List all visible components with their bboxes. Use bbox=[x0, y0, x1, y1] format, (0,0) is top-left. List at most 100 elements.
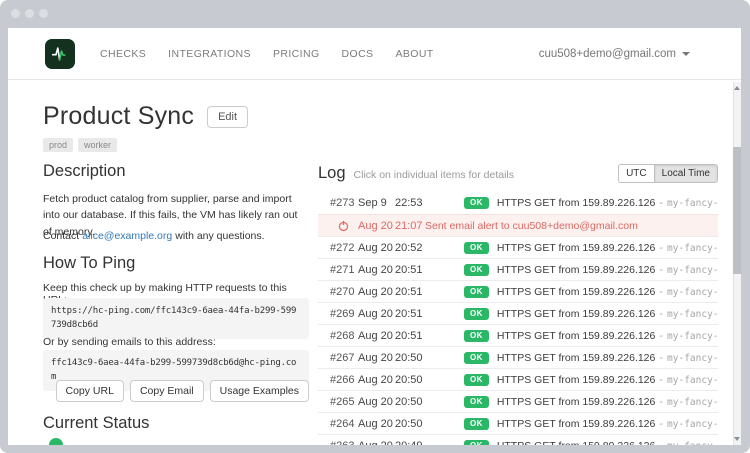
log-row-date: Aug 20 bbox=[358, 440, 395, 446]
log-row-number: #266 bbox=[330, 374, 358, 386]
log-row-separator: - bbox=[659, 352, 663, 364]
log-row-alert[interactable]: Aug 20 21:07 Sent email alert to cuu508+… bbox=[318, 214, 718, 236]
log-row-date: Aug 20 bbox=[358, 352, 395, 364]
log-row[interactable]: #272 Aug 20 20:52 OK HTTPS GET from 159.… bbox=[318, 236, 718, 258]
log-row-time: 20:49 bbox=[395, 440, 440, 446]
contact-email-link[interactable]: alice@example.org bbox=[82, 230, 172, 242]
ok-badge: OK bbox=[464, 330, 489, 342]
log-row-slug: my-fancy-sy… bbox=[667, 397, 718, 408]
timezone-toggle: UTCLocal Time bbox=[618, 164, 718, 183]
log-row-separator: - bbox=[659, 440, 663, 446]
log-table: #273 Sep 9 22:53 OK HTTPS GET from 159.8… bbox=[318, 192, 718, 445]
ping-url-code[interactable]: https://hc-ping.com/ffc143c9-6aea-44fa-b… bbox=[43, 298, 309, 339]
log-row-slug: my-fancy-sy… bbox=[667, 243, 718, 254]
log-row-event: HTTPS GET from 159.89.226.126 bbox=[497, 330, 656, 342]
log-row-number: #269 bbox=[330, 308, 358, 320]
log-row-slug: my-fancy-sy… bbox=[667, 441, 718, 446]
copy-email-button[interactable]: Copy Email bbox=[130, 380, 204, 402]
log-row[interactable]: #269 Aug 20 20:51 OK HTTPS GET from 159.… bbox=[318, 302, 718, 324]
ok-badge: OK bbox=[464, 374, 489, 386]
log-row-number: #264 bbox=[330, 418, 358, 430]
log-row-event: HTTPS GET from 159.89.226.126 bbox=[497, 352, 656, 364]
log-row-event: HTTPS GET from 159.89.226.126 bbox=[497, 264, 656, 276]
log-row-time: 20:52 bbox=[395, 242, 440, 254]
log-row-event: HTTPS GET from 159.89.226.126 bbox=[497, 418, 656, 430]
log-row-time: 22:53 bbox=[395, 197, 440, 209]
ok-badge: OK bbox=[464, 242, 489, 254]
log-row[interactable]: #266 Aug 20 20:50 OK HTTPS GET from 159.… bbox=[318, 368, 718, 390]
ok-badge: OK bbox=[464, 286, 489, 298]
log-row-number: #268 bbox=[330, 330, 358, 342]
log-row-event: HTTPS GET from 159.89.226.126 bbox=[497, 396, 656, 408]
log-row[interactable]: #263 Aug 20 20:49 OK HTTPS GET from 159.… bbox=[318, 434, 718, 445]
log-row-time: 20:51 bbox=[395, 286, 440, 298]
window-controls bbox=[11, 9, 48, 18]
log-row-slug: my-fancy-sy… bbox=[667, 265, 718, 276]
log-row-date: Sep 9 bbox=[358, 197, 395, 209]
ping-email-instruction: Or by sending emails to this address: bbox=[43, 336, 309, 348]
log-row-separator: - bbox=[659, 330, 663, 342]
copy-url-button[interactable]: Copy URL bbox=[56, 380, 124, 402]
ok-badge: OK bbox=[464, 396, 489, 408]
log-row-time: 20:51 bbox=[395, 330, 440, 342]
log-row-number: #265 bbox=[330, 396, 358, 408]
log-row-event: HTTPS GET from 159.89.226.126 bbox=[497, 308, 656, 320]
log-row-date: Aug 20 bbox=[358, 242, 395, 254]
log-row-time: 20:50 bbox=[395, 418, 440, 430]
usage-examples-button[interactable]: Usage Examples bbox=[210, 380, 309, 402]
log-row-slug: my-fancy-sy… bbox=[667, 331, 718, 342]
log-row-date: Aug 20 bbox=[358, 264, 395, 276]
log-row-event: HTTPS GET from 159.89.226.126 bbox=[497, 286, 656, 298]
log-row[interactable]: #270 Aug 20 20:51 OK HTTPS GET from 159.… bbox=[318, 280, 718, 302]
log-row-event: HTTPS GET from 159.89.226.126 bbox=[497, 374, 656, 386]
log-row-number: #267 bbox=[330, 352, 358, 364]
log-row-slug: my-fancy-sy… bbox=[667, 419, 718, 430]
scrollbar-up-icon[interactable] bbox=[734, 86, 740, 90]
ok-badge: OK bbox=[464, 352, 489, 364]
log-row[interactable]: #271 Aug 20 20:51 OK HTTPS GET from 159.… bbox=[318, 258, 718, 280]
browser-frame: CHECKSINTEGRATIONSPRICINGDOCSABOUT cuu50… bbox=[0, 0, 750, 453]
timezone-button-utc[interactable]: UTC bbox=[618, 164, 654, 183]
window-dot bbox=[39, 9, 48, 18]
log-row-separator: - bbox=[659, 374, 663, 386]
scrollbar-track[interactable] bbox=[733, 82, 741, 445]
log-row-date: Aug 20 bbox=[358, 374, 395, 386]
log-row-slug: my-fancy-sy… bbox=[667, 375, 718, 386]
tag-badge: prod bbox=[43, 138, 73, 152]
ok-badge: OK bbox=[464, 308, 489, 320]
log-row-slug: my-fancy-sy… bbox=[667, 287, 718, 298]
page-title: Product Sync bbox=[43, 102, 194, 131]
log-row-date: Aug 20 bbox=[358, 220, 395, 232]
timezone-button-local-time[interactable]: Local Time bbox=[654, 164, 718, 183]
log-row-slug: my-fancy-sy… bbox=[667, 353, 718, 364]
log-row-message: Sent email alert to cuu508+demo@gmail.co… bbox=[425, 220, 638, 232]
log-row-number: #270 bbox=[330, 286, 358, 298]
alert-icon bbox=[338, 220, 349, 232]
log-row[interactable]: #264 Aug 20 20:50 OK HTTPS GET from 159.… bbox=[318, 412, 718, 434]
scrollbar-down-icon[interactable] bbox=[734, 437, 740, 441]
log-subheading: Click on individual items for details bbox=[354, 169, 514, 181]
log-row-date: Aug 20 bbox=[358, 330, 395, 342]
log-column: Log Click on individual items for detail… bbox=[318, 28, 718, 445]
page-viewport: CHECKSINTEGRATIONSPRICINGDOCSABOUT cuu50… bbox=[8, 28, 741, 445]
edit-button[interactable]: Edit bbox=[207, 106, 248, 128]
log-row-slug: my-fancy-sy… bbox=[667, 309, 718, 320]
log-row-date: Aug 20 bbox=[358, 418, 395, 430]
log-row-event: HTTPS GET from 159.89.226.126 bbox=[497, 440, 656, 446]
log-row-separator: - bbox=[659, 418, 663, 430]
log-header: Log Click on individual items for detail… bbox=[318, 164, 718, 183]
scrollbar-thumb[interactable] bbox=[733, 147, 741, 274]
log-row-separator: - bbox=[659, 396, 663, 408]
log-row-date: Aug 20 bbox=[358, 308, 395, 320]
log-row[interactable]: #265 Aug 20 20:50 OK HTTPS GET from 159.… bbox=[318, 390, 718, 412]
log-row-separator: - bbox=[659, 286, 663, 298]
log-row-date: Aug 20 bbox=[358, 396, 395, 408]
ok-badge: OK bbox=[464, 197, 489, 209]
log-row[interactable]: #267 Aug 20 20:50 OK HTTPS GET from 159.… bbox=[318, 346, 718, 368]
log-row[interactable]: #268 Aug 20 20:51 OK HTTPS GET from 159.… bbox=[318, 324, 718, 346]
log-row[interactable]: #273 Sep 9 22:53 OK HTTPS GET from 159.8… bbox=[318, 192, 718, 214]
how-to-ping-heading: How To Ping bbox=[43, 254, 135, 273]
log-row-event: HTTPS GET from 159.89.226.126 bbox=[497, 197, 656, 209]
status-up-icon bbox=[49, 438, 63, 445]
ok-badge: OK bbox=[464, 264, 489, 276]
